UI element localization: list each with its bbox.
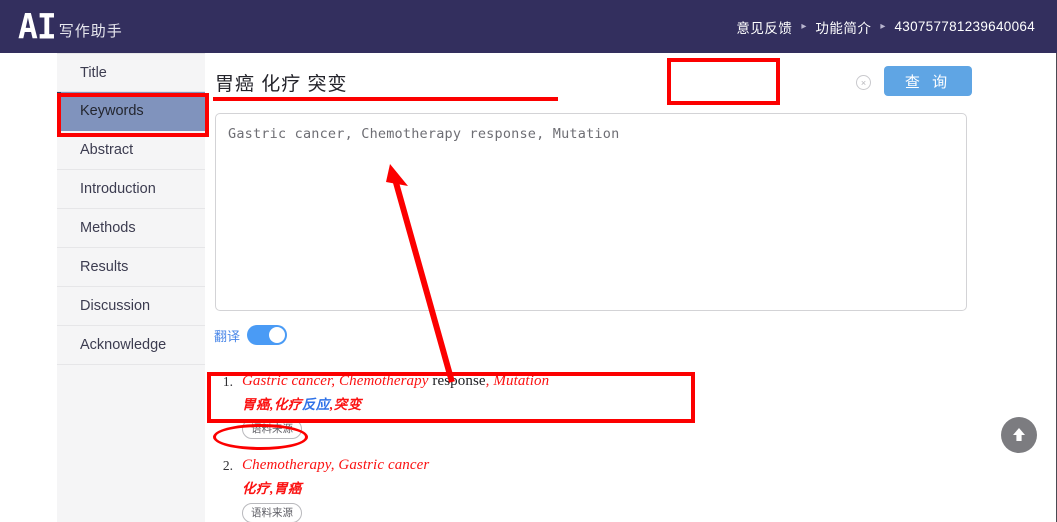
nav-feedback[interactable]: 意见反馈 <box>736 17 792 37</box>
list-item-number: 2. <box>222 458 233 473</box>
sidebar-item-abstract[interactable]: Abstract <box>57 131 205 170</box>
app-header: AI 写作助手 意见反馈 ▸ 功能简介 ▸ 430757781239640064 <box>0 0 1057 53</box>
scroll-to-top-button[interactable] <box>1001 417 1037 453</box>
logo-text: 写作助手 <box>58 23 123 40</box>
translate-toggle[interactable] <box>247 325 288 345</box>
translate-label: 翻译 <box>214 328 241 344</box>
logo-mark: AI <box>18 6 57 47</box>
list-item-number: 1. <box>222 374 233 389</box>
sidebar-item-introduction[interactable]: Introduction <box>57 170 205 209</box>
nav-separator-icon: ▸ <box>880 21 886 32</box>
keywords-output-textarea[interactable]: Gastric cancer, Chemotherapy response, M… <box>215 113 967 311</box>
list-item-english: Gastric cancer, Chemotherapy response, M… <box>242 373 549 390</box>
list-item-chinese: 胃癌,化疗反应,突变 <box>242 393 1011 413</box>
sidebar-item-discussion[interactable]: Discussion <box>57 287 205 326</box>
sidebar-item-acknowledge[interactable]: Acknowledge <box>57 326 205 365</box>
nav-separator-icon: ▸ <box>801 21 807 32</box>
sidebar-item-results[interactable]: Results <box>57 248 205 287</box>
sidebar-item-keywords[interactable]: Keywords <box>57 92 205 131</box>
arrow-up-icon <box>1013 428 1025 441</box>
query-button[interactable]: 查 询 <box>884 66 972 96</box>
list-item-en-plain: response <box>432 373 486 389</box>
list-item-cn-part1: 胃癌,化疗 <box>242 397 302 412</box>
annotation-underline-search <box>213 97 558 101</box>
list-item-en-part1: Chemotherapy, Gastric cancer <box>242 457 430 473</box>
list-item-en-part1: Gastric cancer, Chemotherapy <box>242 373 433 389</box>
sidebar-item-methods[interactable]: Methods <box>57 209 205 248</box>
app-logo: AI 写作助手 <box>18 6 123 47</box>
search-input[interactable] <box>215 71 815 94</box>
toggle-knob <box>269 327 286 343</box>
list-item-cn-part1: 化疗,胃癌 <box>242 481 302 496</box>
clear-icon[interactable]: × <box>856 75 871 90</box>
user-id-label[interactable]: 430757781239640064 <box>894 19 1035 34</box>
section-sidebar: Title Keywords Abstract Introduction Met… <box>57 53 205 522</box>
list-item-chinese: 化疗,胃癌 <box>242 477 1011 497</box>
list-item-cn-part2: ,突变 <box>329 397 362 412</box>
corpus-source-badge[interactable]: 语料来源 <box>242 503 302 522</box>
list-item-en-part2: , Mutation <box>485 373 550 389</box>
nav-features[interactable]: 功能简介 <box>815 17 871 37</box>
list-item-cn-highlight: 反应 <box>301 397 330 412</box>
corpus-source-badge[interactable]: 语料来源 <box>242 419 302 439</box>
main-panel: × 查 询 Gastric cancer, Chemotherapy respo… <box>205 53 1057 522</box>
list-item-english: Chemotherapy, Gastric cancer <box>242 457 429 474</box>
translate-toggle-row: 翻译 <box>214 325 288 345</box>
app-root: AI 写作助手 意见反馈 ▸ 功能简介 ▸ 430757781239640064… <box>0 0 1057 522</box>
list-item[interactable]: 2. Chemotherapy, Gastric cancer 化疗,胃癌 语料… <box>211 457 1011 522</box>
header-nav: 意见反馈 ▸ 功能简介 ▸ 430757781239640064 <box>736 0 1035 53</box>
list-item[interactable]: 1. Gastric cancer, Chemotherapy response… <box>211 373 1011 439</box>
suggestion-list: 1. Gastric cancer, Chemotherapy response… <box>211 373 1011 522</box>
sidebar-item-title[interactable]: Title <box>57 53 205 92</box>
